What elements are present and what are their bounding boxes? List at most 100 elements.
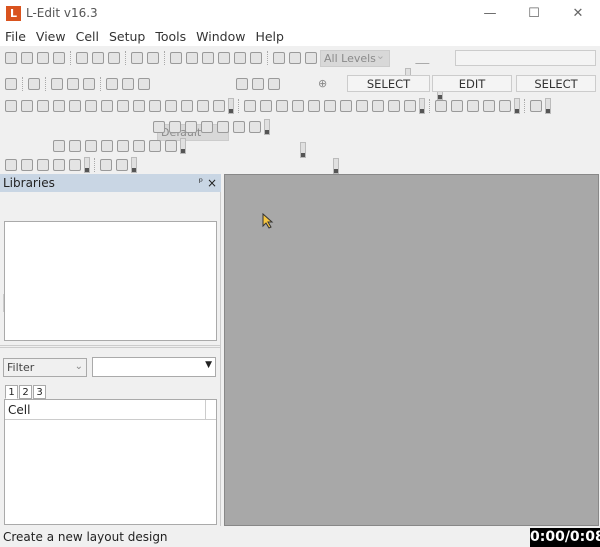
pen-icon[interactable] xyxy=(100,159,112,171)
mark-icon[interactable] xyxy=(117,140,129,152)
slice-icon[interactable] xyxy=(21,100,33,112)
find-next-icon[interactable] xyxy=(218,52,230,64)
inspect-icon[interactable] xyxy=(53,140,65,152)
bbox-icon[interactable] xyxy=(165,100,177,112)
find-icon[interactable] xyxy=(202,52,214,64)
drc-box-icon[interactable] xyxy=(185,121,197,133)
box-icon[interactable] xyxy=(28,78,40,90)
new-icon[interactable] xyxy=(5,52,17,64)
pointer-icon[interactable] xyxy=(5,78,17,90)
wire-icon[interactable] xyxy=(106,78,118,90)
port-text-icon[interactable] xyxy=(252,78,264,90)
highlight-icon[interactable] xyxy=(85,140,97,152)
circle-icon[interactable] xyxy=(308,100,320,112)
command-input[interactable] xyxy=(455,50,596,66)
compare-icon[interactable] xyxy=(249,121,261,133)
mode-edit-button[interactable]: EDIT xyxy=(432,75,512,92)
wrench2-icon[interactable] xyxy=(53,159,65,171)
mode-select-button[interactable]: SELECT xyxy=(347,75,430,92)
hierarchy-icon[interactable] xyxy=(273,52,285,64)
menu-window[interactable]: Window xyxy=(191,28,250,46)
undo-icon[interactable] xyxy=(131,52,143,64)
distribute-icon[interactable] xyxy=(213,100,225,112)
notch-icon[interactable] xyxy=(292,100,304,112)
port-icon[interactable] xyxy=(236,78,248,90)
menu-help[interactable]: Help xyxy=(250,28,289,46)
filter-dropdown[interactable]: Filter ⌄ xyxy=(3,358,87,377)
magnet-icon[interactable] xyxy=(388,100,400,112)
instance-icon[interactable] xyxy=(149,100,161,112)
toolbar-grip[interactable] xyxy=(545,98,551,114)
drc-run-icon[interactable] xyxy=(153,121,165,133)
toolbar-grip[interactable] xyxy=(84,157,90,173)
toolbar-grip[interactable] xyxy=(131,157,137,173)
flag3-icon[interactable] xyxy=(37,159,49,171)
copy-icon[interactable] xyxy=(92,52,104,64)
slice2-icon[interactable] xyxy=(37,100,49,112)
group-icon[interactable] xyxy=(117,100,129,112)
pin-icon[interactable] xyxy=(451,100,463,112)
menu-view[interactable]: View xyxy=(31,28,71,46)
zoom-box-icon[interactable] xyxy=(186,52,198,64)
print-icon[interactable] xyxy=(53,52,65,64)
navigate-icon[interactable] xyxy=(149,140,161,152)
paste-icon[interactable] xyxy=(108,52,120,64)
snap-icon[interactable]: ⊕ xyxy=(318,77,327,90)
line-icon[interactable] xyxy=(122,78,134,90)
toolbar-grip[interactable] xyxy=(333,158,339,174)
stop-icon[interactable] xyxy=(69,159,81,171)
toolbar-grip[interactable] xyxy=(228,98,234,114)
boolean-icon[interactable] xyxy=(244,100,256,112)
config-icon[interactable] xyxy=(165,140,177,152)
check-icon[interactable] xyxy=(133,140,145,152)
maximize-button[interactable]: ☐ xyxy=(519,4,549,24)
filter-combo[interactable]: ▼ xyxy=(92,357,216,377)
ungroup-icon[interactable] xyxy=(133,100,145,112)
save-all-icon[interactable] xyxy=(37,52,49,64)
wrench-icon[interactable] xyxy=(404,100,416,112)
chip-icon[interactable] xyxy=(483,100,495,112)
tab-2[interactable]: 2 xyxy=(19,385,32,399)
zoom-error-icon[interactable] xyxy=(101,140,113,152)
curve-icon[interactable] xyxy=(138,78,150,90)
pattern-icon[interactable] xyxy=(340,100,352,112)
mode-select2-button[interactable]: SELECT xyxy=(516,75,596,92)
panel-close-icon[interactable]: × xyxy=(207,174,217,192)
fit-icon[interactable] xyxy=(170,52,182,64)
refresh-icon[interactable] xyxy=(69,140,81,152)
extract-icon[interactable] xyxy=(499,100,511,112)
cell-column-header[interactable]: Cell xyxy=(5,400,216,420)
grid-icon[interactable] xyxy=(181,100,193,112)
find-prev-icon[interactable] xyxy=(234,52,246,64)
drc-setup-icon[interactable] xyxy=(201,121,213,133)
polygon-icon[interactable] xyxy=(51,78,63,90)
library-list[interactable] xyxy=(4,221,217,341)
layout-canvas[interactable] xyxy=(224,174,599,526)
panel-splitter[interactable] xyxy=(0,345,221,348)
redo-icon[interactable] xyxy=(147,52,159,64)
chain-icon[interactable] xyxy=(197,100,209,112)
close-button[interactable]: ✕ xyxy=(563,4,593,24)
cross-section-icon[interactable] xyxy=(372,100,384,112)
tools-icon[interactable] xyxy=(250,52,262,64)
node-icon[interactable] xyxy=(530,100,542,112)
tab-1[interactable]: 1 xyxy=(5,385,18,399)
cut-icon[interactable] xyxy=(76,52,88,64)
corner-icon[interactable] xyxy=(276,100,288,112)
tab-3[interactable]: 3 xyxy=(33,385,46,399)
ext-run-icon[interactable] xyxy=(169,121,181,133)
menu-setup[interactable]: Setup xyxy=(104,28,150,46)
minimize-button[interactable]: — xyxy=(475,4,505,24)
drc-icon[interactable] xyxy=(435,100,447,112)
menu-tools[interactable]: Tools xyxy=(150,28,191,46)
flag2-icon[interactable] xyxy=(21,159,33,171)
line-icon[interactable] xyxy=(414,52,440,64)
toolbar-grip[interactable] xyxy=(180,138,186,154)
merge-icon[interactable] xyxy=(5,100,17,112)
align-icon[interactable] xyxy=(85,100,97,112)
rotate-icon[interactable] xyxy=(69,100,81,112)
levels-dropdown[interactable]: All Levels xyxy=(320,48,390,67)
grow-icon[interactable] xyxy=(260,100,272,112)
array-icon[interactable] xyxy=(101,100,113,112)
open-icon[interactable] xyxy=(21,52,33,64)
